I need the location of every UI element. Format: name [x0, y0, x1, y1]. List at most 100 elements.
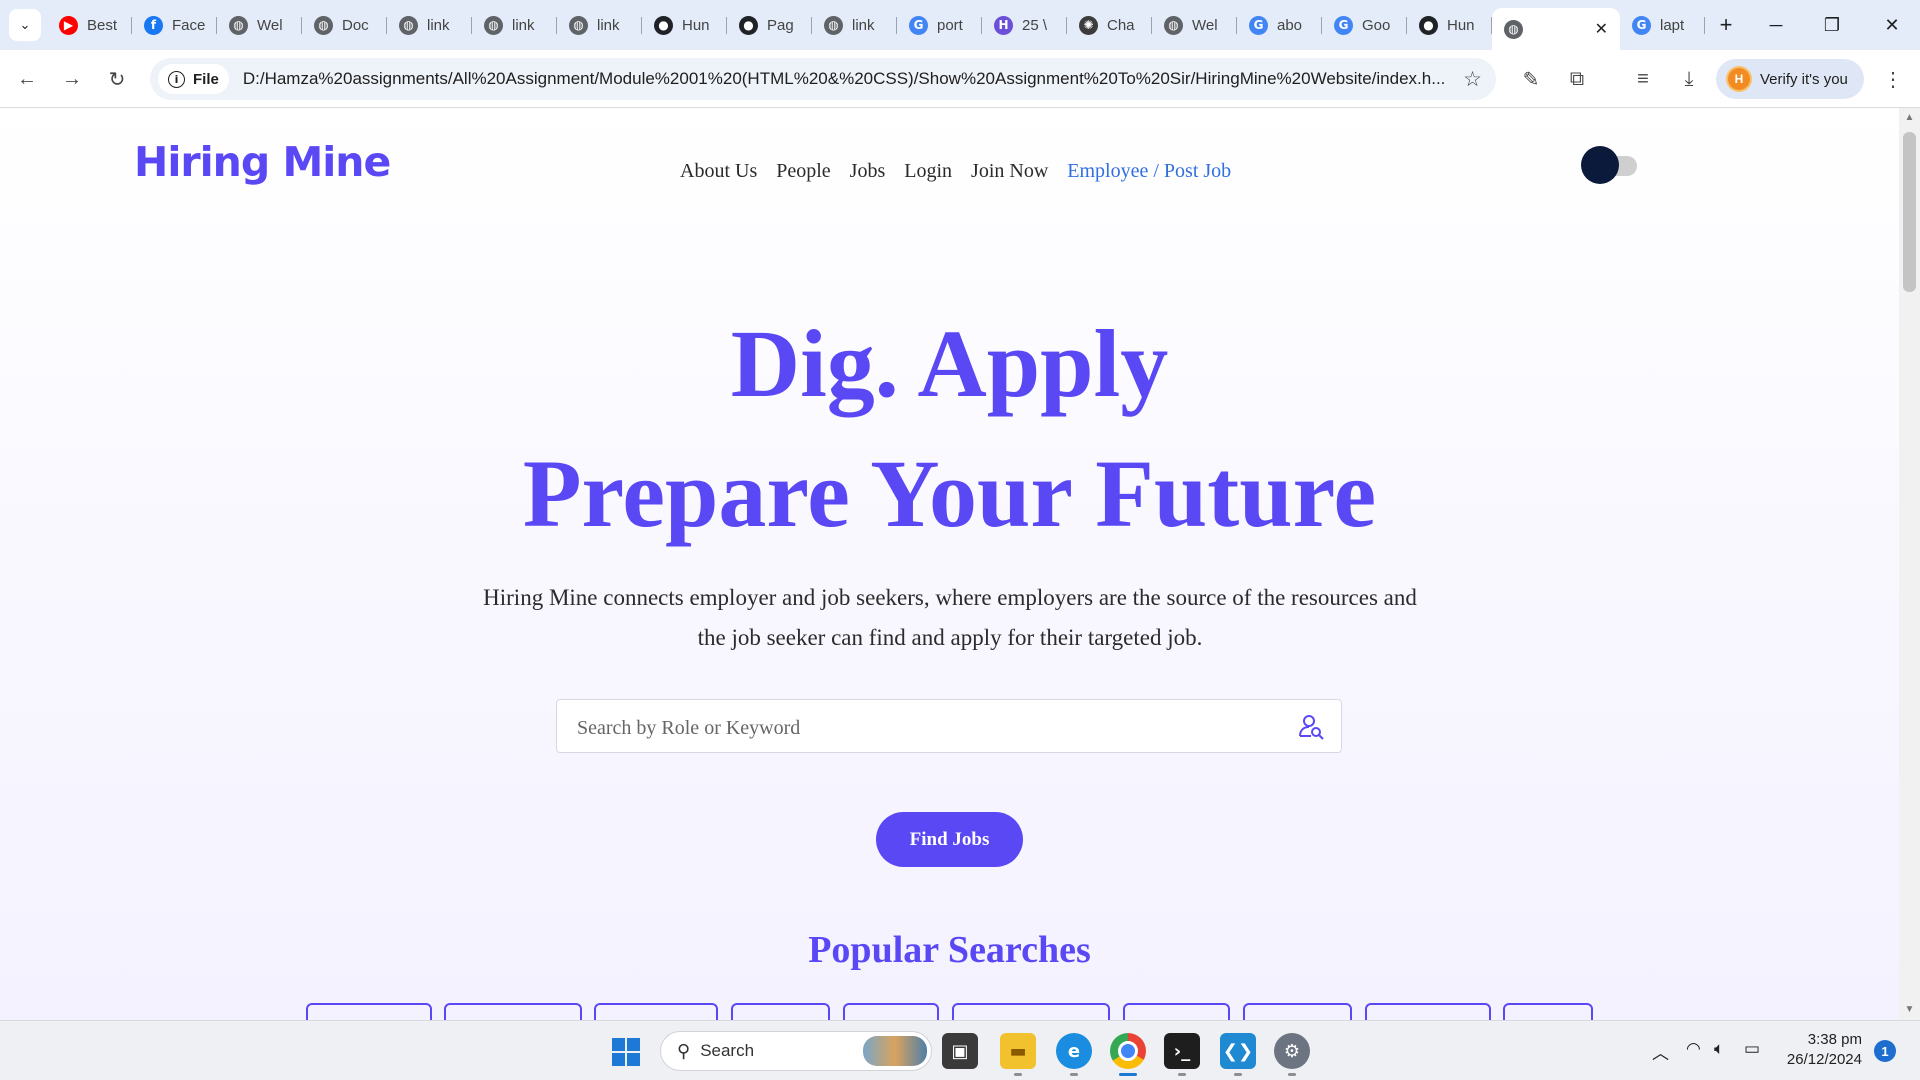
- notification-badge[interactable]: 1: [1874, 1040, 1896, 1062]
- reload-button[interactable]: ↻: [100, 62, 134, 96]
- google-icon: G: [909, 15, 928, 35]
- file-explorer-icon[interactable]: ▬: [1000, 1033, 1036, 1069]
- popular-search-pill[interactable]: [1243, 1003, 1352, 1020]
- nav-employee-post-job[interactable]: Employee / Post Job: [1067, 160, 1231, 183]
- tab-before-15[interactable]: G Goo: [1322, 8, 1407, 42]
- google-icon: G: [1249, 15, 1268, 35]
- tab-title: Pag: [767, 16, 794, 34]
- address-bar[interactable]: i File D:/Hamza%20assignments/All%20Assi…: [150, 58, 1496, 100]
- tab-before-1[interactable]: f Face: [132, 8, 217, 42]
- eyedropper-icon[interactable]: ✎: [1514, 62, 1548, 96]
- tab-before-0[interactable]: ▶ Best: [47, 8, 132, 42]
- site-logo[interactable]: Hiring Mine: [134, 138, 391, 186]
- tab-title: Wel: [257, 16, 283, 34]
- nav-join-now[interactable]: Join Now: [971, 160, 1048, 183]
- volume-icon[interactable]: 🔈︎: [1714, 1039, 1724, 1059]
- popular-search-pill[interactable]: [731, 1003, 830, 1020]
- page-scrollbar[interactable]: ▲ ▼: [1899, 108, 1920, 1020]
- restore-button[interactable]: ❐: [1804, 0, 1860, 50]
- back-button[interactable]: ←: [10, 62, 44, 96]
- search-highlight-image: [863, 1036, 927, 1066]
- windows-start-icon[interactable]: [612, 1038, 640, 1066]
- globe-icon: ◍: [569, 15, 588, 35]
- tab-before-8[interactable]: ● Pag: [727, 8, 812, 42]
- close-icon[interactable]: ✕: [1595, 19, 1608, 39]
- vscode-icon[interactable]: ❮❯: [1220, 1033, 1256, 1069]
- tab-title: Cha: [1107, 16, 1135, 34]
- theme-toggle[interactable]: [1581, 146, 1637, 184]
- browser-toolbar: ← → ↻ i File D:/Hamza%20assignments/All%…: [0, 50, 1920, 108]
- scroll-up-icon[interactable]: ▲: [1899, 112, 1920, 123]
- tab-before-6[interactable]: ◍ link: [557, 8, 642, 42]
- forward-button[interactable]: →: [55, 62, 89, 96]
- clock-date: 26/12/2024: [1786, 1051, 1862, 1068]
- tab-before-14[interactable]: Gabo: [1237, 8, 1322, 42]
- tab-title: lapt: [1660, 16, 1685, 34]
- app-running-indicator: [1178, 1073, 1186, 1076]
- settings-gear-icon[interactable]: ⚙: [1274, 1033, 1310, 1069]
- popular-search-pill[interactable]: [594, 1003, 718, 1020]
- tab-active[interactable]: ◍ ✕: [1492, 8, 1620, 50]
- nav-jobs[interactable]: Jobs: [850, 160, 886, 183]
- battery-icon[interactable]: ▭: [1744, 1039, 1760, 1059]
- job-search-box: [556, 699, 1342, 753]
- popular-search-pill[interactable]: [952, 1003, 1110, 1020]
- tab-before-3[interactable]: ◍ Doc: [302, 8, 387, 42]
- tab-before-2[interactable]: ◍ Wel: [217, 8, 302, 42]
- popular-search-pill[interactable]: [843, 1003, 939, 1020]
- popular-search-pill[interactable]: [1365, 1003, 1491, 1020]
- star-icon[interactable]: ☆: [1463, 67, 1482, 92]
- browser-tabstrip: ⌄ ▶ Best f Face ◍ Wel ◍ Doc ◍ link ◍ link ◍ link ● Hun ●…: [0, 0, 1920, 50]
- user-search-icon[interactable]: [1297, 712, 1327, 742]
- tab-before-7[interactable]: ● Hun: [642, 8, 727, 42]
- tab-title: Doc: [342, 16, 369, 34]
- site-info-chip[interactable]: i File: [158, 64, 229, 94]
- nav-login[interactable]: Login: [904, 160, 952, 183]
- taskbar-search[interactable]: ⚲ Search: [660, 1031, 932, 1071]
- chevron-up-icon[interactable]: ︿: [1652, 1039, 1669, 1064]
- find-jobs-button[interactable]: Find Jobs: [876, 812, 1023, 867]
- tab-before-9[interactable]: ◍ link: [812, 8, 897, 42]
- nav-about-us[interactable]: About Us: [680, 160, 757, 183]
- tab-before-11[interactable]: H 25 \: [982, 8, 1067, 42]
- github-icon: ●: [1419, 15, 1438, 35]
- profile-verify-button[interactable]: H Verify it's you: [1716, 59, 1864, 99]
- terminal-icon[interactable]: ›_: [1164, 1033, 1200, 1069]
- app-active-indicator: [1119, 1073, 1137, 1076]
- taskbar-clock[interactable]: 3:38 pm 26/12/2024: [1778, 1030, 1862, 1070]
- media-queue-icon[interactable]: ≡: [1626, 62, 1660, 96]
- wifi-icon[interactable]: ◠: [1686, 1039, 1701, 1059]
- popular-search-pill[interactable]: [444, 1003, 582, 1020]
- new-tab-button[interactable]: +: [1711, 12, 1741, 38]
- extensions-icon[interactable]: ⧉: [1560, 62, 1594, 96]
- minimize-button[interactable]: ─: [1748, 0, 1804, 50]
- nav-people[interactable]: People: [776, 160, 830, 183]
- close-window-button[interactable]: ✕: [1864, 0, 1920, 50]
- tab-search-button[interactable]: ⌄: [9, 9, 41, 41]
- tab-before-16[interactable]: ● Hun: [1407, 8, 1492, 42]
- popular-search-pill[interactable]: [1123, 1003, 1230, 1020]
- tab-title: link: [512, 16, 535, 34]
- edge-icon[interactable]: e: [1056, 1033, 1092, 1069]
- search-input[interactable]: [575, 712, 1279, 744]
- task-view-icon[interactable]: ▣: [942, 1033, 978, 1069]
- scrollbar-thumb[interactable]: [1903, 132, 1916, 292]
- chrome-icon[interactable]: [1110, 1033, 1146, 1069]
- tab-before-12[interactable]: ✺ Cha: [1067, 8, 1152, 42]
- avatar: H: [1728, 68, 1750, 90]
- popular-search-pill[interactable]: [306, 1003, 432, 1020]
- popular-search-pill[interactable]: [1503, 1003, 1593, 1020]
- tab-before-4[interactable]: ◍ link: [387, 8, 472, 42]
- tab-before-5[interactable]: ◍ link: [472, 8, 557, 42]
- menu-kebab-icon[interactable]: ⋮: [1876, 62, 1910, 96]
- scroll-down-icon[interactable]: ▼: [1899, 1004, 1920, 1015]
- tab-title: Hun: [1447, 16, 1475, 34]
- tab-list: ▶ Best f Face ◍ Wel ◍ Doc ◍ link ◍ link ◍ link ● Hun ● Pa…: [47, 8, 1492, 42]
- download-icon[interactable]: ⤓: [1672, 62, 1706, 96]
- url-text[interactable]: D:/Hamza%20assignments/All%20Assignment/…: [243, 69, 1458, 89]
- tab-before-10[interactable]: Gport: [897, 8, 982, 42]
- tab-title: Wel: [1192, 16, 1218, 34]
- windows-taskbar: ⚲ Search ▣ ▬ e ›_ ❮❯ ⚙ ︿ ◠ 🔈︎ ▭ 3:38 pm …: [0, 1020, 1920, 1080]
- tab-after-0[interactable]: Glapt: [1620, 8, 1705, 42]
- tab-before-13[interactable]: ◍ Wel: [1152, 8, 1237, 42]
